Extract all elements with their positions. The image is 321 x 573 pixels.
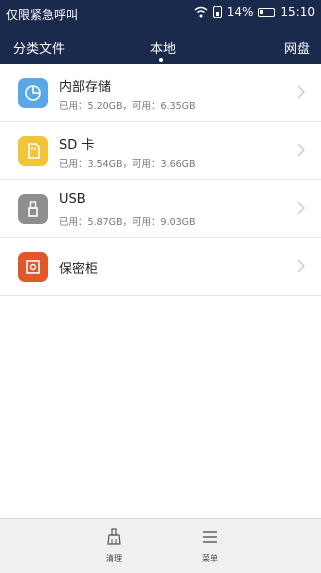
- storage-item-title: SD 卡: [59, 138, 95, 153]
- menu-icon: [203, 531, 217, 543]
- clock: 15:10: [280, 5, 315, 19]
- carrier-text: 仅限紧急呼叫: [6, 8, 79, 22]
- selected-tab-indicator: [159, 58, 163, 62]
- clean-button[interactable]: 清理: [92, 527, 136, 564]
- storage-item-sd-card[interactable]: SD 卡 已用：3.54GB，可用：3.66GB: [0, 122, 321, 180]
- sd-card-icon: [18, 136, 48, 166]
- storage-item-safe[interactable]: 保密柜: [0, 238, 321, 296]
- chevron-right-icon: [297, 201, 305, 215]
- storage-item-usb[interactable]: USB 已用：5.87GB，可用：9.03GB: [0, 180, 321, 238]
- menu-label: 菜单: [202, 554, 218, 563]
- tab-local[interactable]: 本地: [150, 38, 176, 57]
- status-bar: 仅限紧急呼叫 14% 15:10: [0, 0, 321, 28]
- sim-icon: [212, 6, 222, 18]
- chevron-right-icon: [297, 143, 305, 157]
- wifi-icon: [194, 6, 208, 18]
- tab-bar: 分类文件 本地 网盘: [0, 28, 321, 64]
- usb-icon: [18, 194, 48, 224]
- storage-item-title: USB: [59, 192, 86, 207]
- storage-item-internal[interactable]: 内部存储 已用：5.20GB，可用：6.35GB: [0, 64, 321, 122]
- status-icons: 14% 15:10: [194, 5, 315, 19]
- battery-percent: 14%: [226, 5, 254, 19]
- tab-cloud-drive[interactable]: 网盘: [284, 38, 310, 57]
- clean-label: 清理: [106, 554, 122, 563]
- storage-item-details: 已用：5.20GB，可用：6.35GB: [59, 101, 196, 112]
- tab-category-files[interactable]: 分类文件: [13, 38, 65, 57]
- chevron-right-icon: [297, 259, 305, 273]
- bottom-toolbar: 清理 菜单: [0, 518, 321, 573]
- storage-item-details: 已用：3.54GB，可用：3.66GB: [59, 159, 196, 170]
- broom-icon: [107, 528, 121, 545]
- chevron-right-icon: [297, 85, 305, 99]
- menu-button[interactable]: 菜单: [188, 527, 232, 564]
- safe-icon: [18, 252, 48, 282]
- storage-item-title: 保密柜: [59, 262, 99, 277]
- storage-list: 内部存储 已用：5.20GB，可用：6.35GB SD 卡 已用：3.54GB，…: [0, 64, 321, 296]
- storage-item-title: 内部存储: [59, 80, 112, 95]
- storage-item-details: 已用：5.87GB，可用：9.03GB: [59, 217, 196, 228]
- battery-icon: [258, 7, 276, 17]
- pie-chart-icon: [18, 78, 48, 108]
